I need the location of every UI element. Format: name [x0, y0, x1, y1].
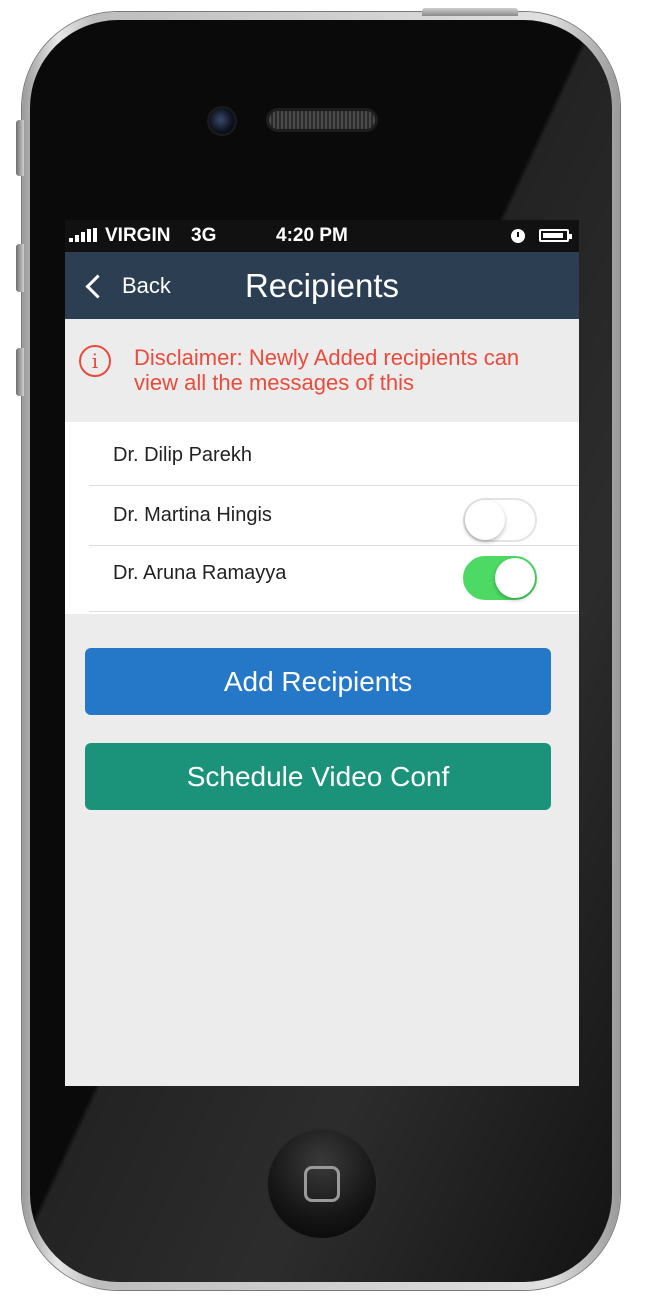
disclaimer-banner: i Disclaimer: Newly Added recipients can… [65, 319, 579, 422]
recipient-row[interactable]: Dr. Dilip Parekh [89, 426, 579, 486]
earpiece-speaker [266, 108, 378, 132]
home-button[interactable] [266, 1128, 378, 1240]
page-title: Recipients [244, 267, 400, 304]
recipient-name: Dr. Dilip Parekh [113, 444, 252, 466]
disclaimer-text: Disclaimer: Newly Added recipients can v… [134, 345, 520, 395]
recipient-name: Dr. Aruna Ramayya [113, 562, 287, 584]
recipient-row[interactable]: Dr. Aruna Ramayya [89, 546, 579, 612]
volume-down-button [16, 348, 24, 396]
signal-icon [69, 228, 97, 242]
back-button[interactable]: Back [81, 266, 171, 306]
status-bar: VIRGIN 3G 4:20 PM [65, 220, 579, 252]
network-type: 3G [191, 225, 217, 246]
carrier-name: VIRGIN [105, 225, 171, 246]
alarm-icon [511, 229, 525, 243]
info-icon: i [79, 345, 111, 377]
back-button-label: Back [122, 273, 171, 298]
recipient-list: Dr. Dilip Parekh Dr. Martina Hingis Dr. … [65, 422, 579, 614]
recipient-toggle[interactable] [463, 556, 537, 600]
front-camera [207, 106, 237, 136]
navigation-bar: Back Recipients [65, 252, 579, 319]
volume-up-button [16, 244, 24, 292]
status-time: 4:20 PM [276, 225, 348, 246]
toggle-knob [465, 500, 505, 540]
app-screen: VIRGIN 3G 4:20 PM Back Recipients i Disc… [65, 220, 579, 1086]
add-recipients-button[interactable]: Add Recipients [85, 648, 551, 715]
battery-icon [539, 229, 572, 242]
schedule-video-conf-button[interactable]: Schedule Video Conf [85, 743, 551, 810]
recipient-name: Dr. Martina Hingis [113, 504, 272, 526]
mute-switch [16, 120, 24, 176]
recipient-row[interactable]: Dr. Martina Hingis [89, 486, 579, 546]
power-button [422, 8, 518, 16]
home-square-icon [304, 1166, 340, 1202]
chevron-left-icon [85, 273, 110, 299]
recipient-toggle[interactable] [463, 498, 537, 542]
toggle-knob [495, 558, 535, 598]
